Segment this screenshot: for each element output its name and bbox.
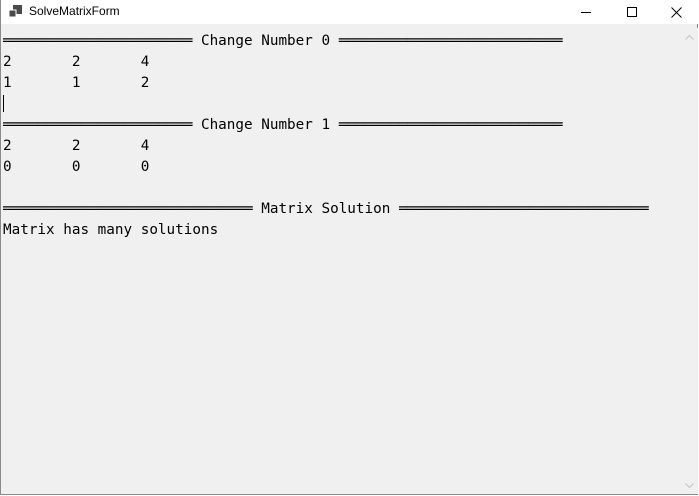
- window-title: SolveMatrixForm: [29, 4, 120, 18]
- text-caret: [3, 95, 4, 112]
- close-button[interactable]: [653, 0, 699, 24]
- matrix-row: 1 1 2: [3, 75, 150, 91]
- maximize-button[interactable]: [609, 0, 655, 24]
- solution-message: Matrix has many solutions: [3, 222, 219, 238]
- app-window-icon: [9, 5, 22, 18]
- change-1-header: ══════════════════════ Change Number 1 ═…: [3, 117, 563, 133]
- title-bar[interactable]: SolveMatrixForm: [1, 0, 699, 24]
- output-textbox[interactable]: ══════════════════════ Change Number 0 ═…: [1, 28, 681, 494]
- vertical-scrollbar[interactable]: [681, 28, 698, 494]
- matrix-row: 2 2 4: [3, 138, 150, 154]
- close-icon: [670, 6, 682, 18]
- chevron-up-icon: [685, 34, 694, 40]
- matrix-row: 0 0 0: [3, 159, 150, 175]
- change-0-header: ══════════════════════ Change Number 0 ═…: [3, 33, 563, 49]
- maximize-icon: [627, 7, 637, 17]
- scroll-up-button[interactable]: [681, 28, 698, 45]
- scroll-down-button[interactable]: [681, 477, 698, 494]
- matrix-solution-header: ═════════════════════════════ Matrix Sol…: [3, 201, 649, 217]
- matrix-row: 2 2 4: [3, 54, 150, 70]
- solve-matrix-window: SolveMatrixForm ══════════════════════ C…: [0, 0, 699, 495]
- chevron-down-icon: [685, 482, 694, 488]
- minimize-button[interactable]: [563, 0, 609, 24]
- minimize-icon: [581, 12, 591, 13]
